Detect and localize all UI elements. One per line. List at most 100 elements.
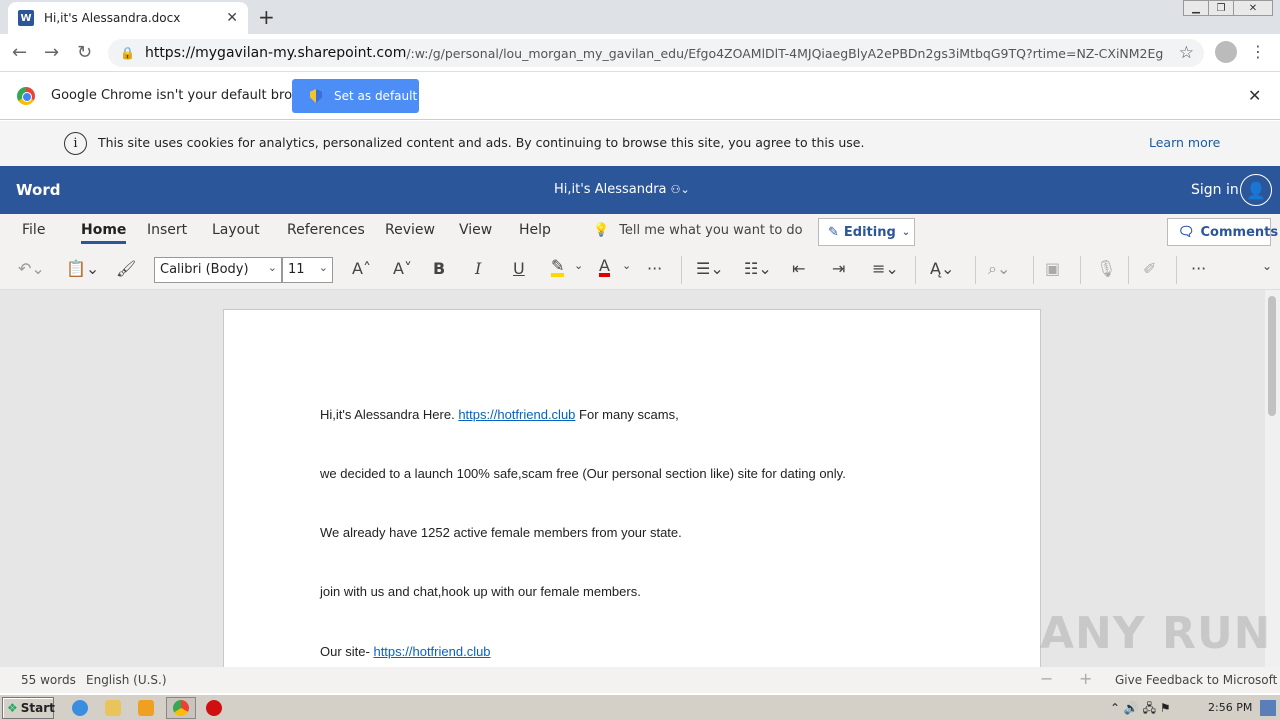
back-icon[interactable]: ← bbox=[12, 42, 27, 63]
underline-icon[interactable]: U bbox=[513, 259, 525, 278]
numbering-icon[interactable]: ☷⌄ bbox=[744, 259, 772, 278]
cookie-banner: i This site uses cookies for analytics, … bbox=[0, 121, 1280, 166]
restore-icon[interactable]: ❐ bbox=[1208, 0, 1234, 16]
ie-icon[interactable] bbox=[72, 700, 88, 716]
paragraph-1-tail: For many scams, bbox=[575, 407, 679, 422]
browser-tab-bar: W Hi,it's Alessandra.docx ✕ + ▁ ❐ ✕ bbox=[0, 0, 1280, 34]
shrink-font-icon[interactable]: A˅ bbox=[393, 259, 412, 278]
scrollbar-thumb[interactable] bbox=[1268, 296, 1276, 416]
increase-indent-icon[interactable]: ⇥ bbox=[832, 259, 845, 278]
minimize-icon[interactable]: ▁ bbox=[1183, 0, 1209, 16]
undo-icon[interactable]: ↶⌄ bbox=[18, 259, 45, 278]
alert-icon[interactable] bbox=[206, 700, 222, 716]
chevron-down-icon[interactable]: ⌄ bbox=[574, 259, 583, 272]
word-icon: W bbox=[18, 10, 34, 26]
bold-icon[interactable]: B bbox=[433, 259, 445, 278]
chevron-down-icon: ⌄ bbox=[318, 261, 328, 274]
explorer-icon[interactable] bbox=[105, 700, 121, 716]
language[interactable]: English (U.S.) bbox=[86, 673, 167, 687]
ribbon-tabs: File Home Insert Layout References Revie… bbox=[0, 214, 1280, 250]
tab-help[interactable]: Help bbox=[519, 222, 551, 238]
paragraph-1-text: Hi,it's Alessandra Here. bbox=[320, 407, 459, 422]
reload-icon[interactable]: ↻ bbox=[77, 42, 92, 63]
new-tab-icon[interactable]: + bbox=[258, 5, 275, 29]
font-size-value: 11 bbox=[288, 262, 305, 277]
more-options-icon[interactable]: ··· bbox=[1191, 259, 1206, 278]
profile-avatar-icon[interactable] bbox=[1215, 41, 1237, 63]
url-bar[interactable]: 🔒 https://mygavilan-my.sharepoint.com/:w… bbox=[108, 39, 1204, 67]
divider bbox=[915, 256, 916, 284]
comments-label: Comments bbox=[1200, 224, 1279, 240]
chevron-down-icon[interactable]: ⌄ bbox=[622, 259, 631, 272]
infobar-close-icon[interactable]: ✕ bbox=[1248, 86, 1261, 105]
anyrun-watermark: ANY RUN bbox=[1040, 608, 1272, 659]
chevron-down-icon: ⌄ bbox=[901, 226, 911, 238]
lightbulb-icon: 💡 bbox=[593, 223, 610, 238]
paragraph-2[interactable]: we decided to a launch 100% safe,scam fr… bbox=[320, 466, 846, 481]
zoom-in-icon[interactable]: + bbox=[1079, 669, 1092, 688]
tab-references[interactable]: References bbox=[287, 222, 365, 238]
forward-icon[interactable]: → bbox=[44, 42, 59, 63]
more-font-icon[interactable]: ··· bbox=[647, 259, 662, 278]
word-count: 55 words bbox=[21, 673, 76, 687]
browser-tab[interactable]: W Hi,it's Alessandra.docx ✕ bbox=[8, 2, 248, 34]
font-size-select[interactable]: 11 ⌄ bbox=[282, 257, 333, 283]
window-close-icon[interactable]: ✕ bbox=[1233, 0, 1273, 16]
reuse-files-icon[interactable]: ▣ bbox=[1045, 259, 1060, 278]
share-people-icon: ⚇⌄ bbox=[670, 183, 690, 196]
paragraph-3[interactable]: We already have 1252 active female membe… bbox=[320, 525, 682, 540]
hotfriend-link-1[interactable]: https://hotfriend.club bbox=[458, 407, 575, 422]
chrome-menu-icon[interactable]: ⋮ bbox=[1250, 42, 1266, 61]
editing-mode-button[interactable]: ✎ Editing ⌄ bbox=[818, 218, 915, 246]
italic-icon[interactable]: I bbox=[475, 259, 481, 278]
set-as-default-button[interactable]: Set as default bbox=[292, 79, 419, 113]
tab-layout[interactable]: Layout bbox=[212, 222, 260, 238]
tray-icons[interactable]: ⌃ 🔊 🖧 ⚑ bbox=[1110, 699, 1171, 720]
hotfriend-link-2[interactable]: https://hotfriend.club bbox=[373, 644, 490, 659]
chrome-taskbar-button[interactable] bbox=[166, 697, 196, 719]
divider bbox=[681, 256, 682, 284]
address-row: ← → ↻ 🔒 https://mygavilan-my.sharepoint.… bbox=[0, 34, 1280, 72]
pencil-icon: ✎ bbox=[828, 224, 839, 240]
ribbon-expand-icon[interactable]: ⌄ bbox=[1262, 259, 1272, 273]
sign-in-link[interactable]: Sign in bbox=[1191, 182, 1239, 198]
tab-file[interactable]: File bbox=[22, 222, 45, 238]
account-icon[interactable]: 👤 bbox=[1240, 174, 1272, 206]
zoom-out-icon[interactable]: − bbox=[1040, 669, 1053, 688]
comments-button[interactable]: 🗨 Comments bbox=[1167, 218, 1278, 246]
app-name[interactable]: Word bbox=[16, 181, 60, 199]
font-color-icon[interactable]: A bbox=[599, 258, 610, 277]
decrease-indent-icon[interactable]: ⇤ bbox=[792, 259, 805, 278]
show-desktop-icon[interactable] bbox=[1260, 700, 1276, 716]
grow-font-icon[interactable]: A˄ bbox=[352, 259, 371, 278]
document-title-text: Hi,it's Alessandra bbox=[554, 182, 667, 197]
feedback-link[interactable]: Give Feedback to Microsoft bbox=[1115, 673, 1277, 687]
media-player-icon[interactable] bbox=[138, 700, 154, 716]
document-title[interactable]: Hi,it's Alessandra ⚇⌄ bbox=[554, 182, 690, 197]
dictate-icon[interactable]: 🎙 bbox=[1096, 259, 1116, 278]
align-icon[interactable]: ≡⌄ bbox=[872, 259, 899, 278]
format-painter-icon[interactable]: 🖌 bbox=[116, 259, 136, 278]
paste-icon[interactable]: 📋⌄ bbox=[66, 259, 99, 278]
paragraph-5[interactable]: Our site- https://hotfriend.club bbox=[320, 644, 491, 659]
divider bbox=[1176, 256, 1177, 284]
tab-view[interactable]: View bbox=[459, 222, 492, 238]
tell-me-search[interactable]: 💡 Tell me what you want to do bbox=[593, 223, 803, 238]
learn-more-link[interactable]: Learn more bbox=[1149, 135, 1220, 150]
tab-insert[interactable]: Insert bbox=[147, 222, 187, 238]
editor-icon[interactable]: ✐ bbox=[1143, 259, 1156, 278]
find-icon[interactable]: ⌕⌄ bbox=[988, 259, 1010, 279]
tab-home[interactable]: Home bbox=[81, 222, 127, 244]
clock[interactable]: 2:56 PM bbox=[1208, 701, 1252, 714]
bookmark-star-icon[interactable]: ☆ bbox=[1179, 43, 1194, 63]
bullets-icon[interactable]: ☰⌄ bbox=[696, 259, 724, 278]
highlight-icon[interactable]: ✎ bbox=[551, 258, 565, 277]
tab-review[interactable]: Review bbox=[385, 222, 435, 238]
paragraph-4[interactable]: join with us and chat,hook up with our f… bbox=[320, 584, 641, 599]
start-button[interactable]: ❖ Start bbox=[2, 697, 55, 719]
tab-close-icon[interactable]: ✕ bbox=[226, 10, 238, 26]
font-family-select[interactable]: Calibri (Body) ⌄ bbox=[154, 257, 282, 283]
paragraph-1[interactable]: Hi,it's Alessandra Here. https://hotfrie… bbox=[320, 407, 679, 422]
styles-icon[interactable]: Ą⌄ bbox=[930, 259, 954, 278]
document-page[interactable]: Hi,it's Alessandra Here. https://hotfrie… bbox=[223, 309, 1041, 669]
